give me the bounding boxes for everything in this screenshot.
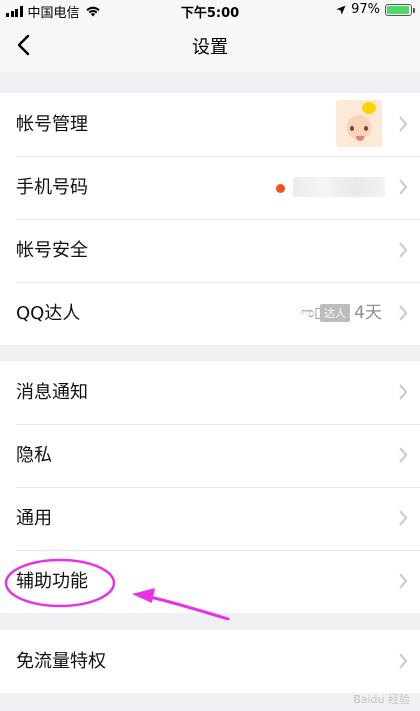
chevron-right-icon xyxy=(398,383,408,401)
settings-group-privileges: 免流量特权 xyxy=(0,630,420,693)
unread-dot xyxy=(276,184,285,193)
chevron-right-icon xyxy=(398,572,408,590)
masked-phone-number xyxy=(293,177,385,197)
winged-phone-icon: ಌ▯ xyxy=(300,305,322,321)
chevron-right-icon xyxy=(398,509,408,527)
status-right: 97% xyxy=(336,2,415,17)
settings-row-account-security[interactable]: 帐号安全 xyxy=(0,219,420,282)
row-label: 辅助功能 xyxy=(16,571,88,592)
chevron-right-icon xyxy=(398,652,408,670)
settings-row-notifications[interactable]: 消息通知 xyxy=(0,361,420,424)
chevron-right-icon xyxy=(398,241,408,259)
row-label: 通用 xyxy=(16,508,52,529)
row-label: QQ达人 xyxy=(16,303,81,324)
settings-group-general: 消息通知 隐私 通用 辅助功能 xyxy=(0,361,420,613)
daren-days: 4天 xyxy=(354,303,382,323)
row-label: 免流量特权 xyxy=(16,651,106,672)
battery-percent: 97% xyxy=(351,2,380,17)
status-bar: 中国电信 下午5:00 97% xyxy=(0,0,420,21)
daren-badge: ಌ▯ 达人 xyxy=(301,302,350,324)
row-label: 帐号管理 xyxy=(16,114,88,135)
watermark: Baidu 经验 xyxy=(353,693,410,706)
daren-badge-label: 达人 xyxy=(320,304,350,322)
settings-row-free-data[interactable]: 免流量特权 xyxy=(0,630,420,693)
settings-row-privacy[interactable]: 隐私 xyxy=(0,424,420,487)
settings-row-general[interactable]: 通用 xyxy=(0,487,420,550)
chevron-right-icon xyxy=(398,304,408,322)
row-label: 消息通知 xyxy=(16,382,88,403)
chevron-right-icon xyxy=(398,178,408,196)
row-label: 手机号码 xyxy=(16,177,88,198)
location-icon xyxy=(336,5,346,14)
settings-group-account: 帐号管理 手机号码 帐号安全 QQ达人 ಌ▯ 达人 4天 xyxy=(0,93,420,345)
battery-level xyxy=(387,5,410,14)
nav-bar: 设置 xyxy=(0,20,420,72)
chevron-right-icon xyxy=(398,446,408,464)
settings-row-qq-daren[interactable]: QQ达人 ಌ▯ 达人 4天 xyxy=(0,282,420,345)
row-label: 隐私 xyxy=(16,445,52,466)
chevron-right-icon xyxy=(398,115,408,133)
settings-row-phone-number[interactable]: 手机号码 xyxy=(0,156,420,219)
row-label: 帐号安全 xyxy=(16,240,88,261)
settings-row-account-management[interactable]: 帐号管理 xyxy=(0,93,420,156)
settings-row-accessibility[interactable]: 辅助功能 xyxy=(0,550,420,613)
avatar xyxy=(336,100,382,147)
battery-icon xyxy=(385,3,415,16)
page-title: 设置 xyxy=(192,37,228,58)
